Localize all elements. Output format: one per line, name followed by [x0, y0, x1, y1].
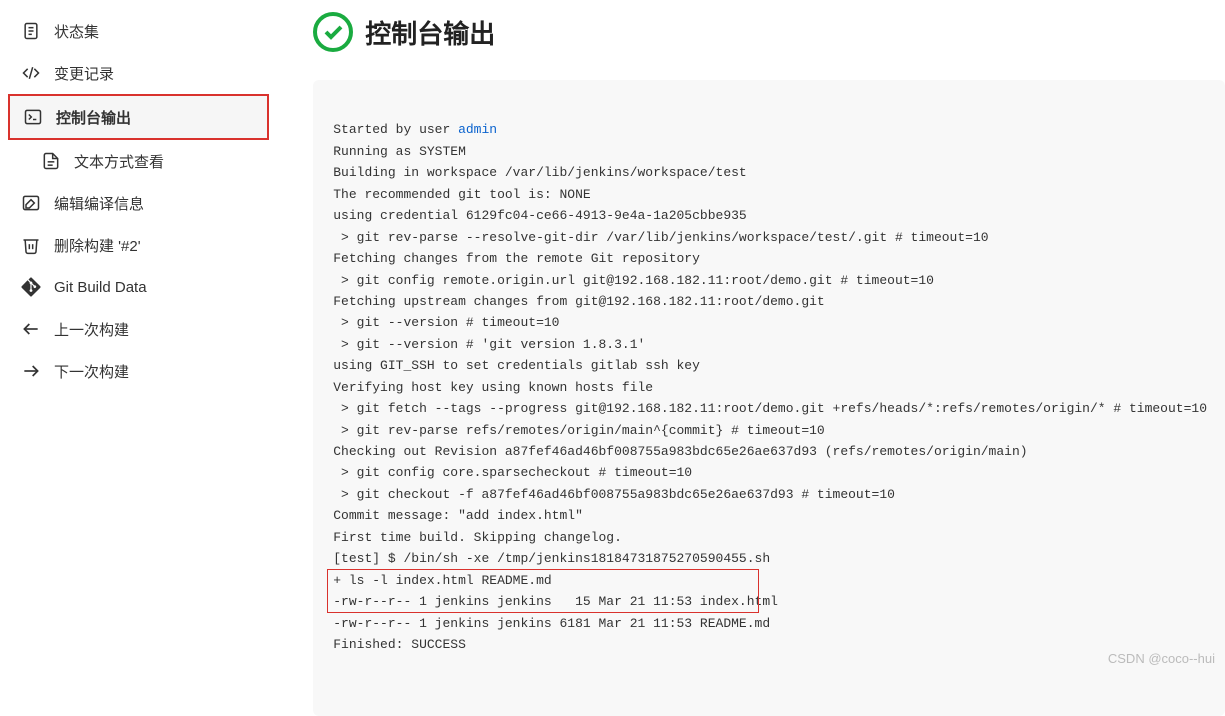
- console-line: Checking out Revision a87fef46ad46bf0087…: [333, 444, 1027, 459]
- console-line: [test] $ /bin/sh -xe /tmp/jenkins1818473…: [333, 551, 770, 566]
- console-line: > git rev-parse --resolve-git-dir /var/l…: [333, 230, 988, 245]
- trash-icon: [20, 234, 42, 256]
- console-output: Started by user admin Running as SYSTEM …: [313, 80, 1225, 716]
- terminal-icon: [22, 106, 44, 128]
- console-line: > git --version # 'git version 1.8.3.1': [333, 337, 645, 352]
- sidebar-item-edit[interactable]: 编辑编译信息: [8, 182, 269, 224]
- page-title: 控制台输出: [365, 14, 495, 51]
- sidebar-item-label: 变更记录: [54, 63, 114, 84]
- console-line: using credential 6129fc04-ce66-4913-9e4a…: [333, 208, 746, 223]
- console-line: > git rev-parse refs/remotes/origin/main…: [333, 423, 824, 438]
- console-line: Fetching changes from the remote Git rep…: [333, 251, 700, 266]
- console-line: > git config remote.origin.url git@192.1…: [333, 273, 934, 288]
- console-line: Running as SYSTEM: [333, 144, 466, 159]
- sidebar-item-label: 文本方式查看: [74, 151, 164, 172]
- success-icon: [313, 12, 353, 52]
- sidebar: 状态集 变更记录 控制台输出 文本方式查看 编辑编译信息 删除构建 '#2' G…: [0, 0, 277, 672]
- sidebar-item-git-data[interactable]: Git Build Data: [8, 266, 269, 308]
- main-content: 控制台输出 Started by user admin Running as S…: [277, 0, 1225, 672]
- sidebar-item-label: 删除构建 '#2': [54, 235, 141, 256]
- console-line: The recommended git tool is: NONE: [333, 187, 590, 202]
- console-line: using GIT_SSH to set credentials gitlab …: [333, 358, 700, 373]
- sidebar-item-changes[interactable]: 变更记录: [8, 52, 269, 94]
- sidebar-item-next-build[interactable]: 下一次构建: [8, 350, 269, 392]
- sidebar-item-delete[interactable]: 删除构建 '#2': [8, 224, 269, 266]
- console-line: > git checkout -f a87fef46ad46bf008755a9…: [333, 487, 895, 502]
- console-line: Verifying host key using known hosts fil…: [333, 380, 653, 395]
- git-icon: [20, 276, 42, 298]
- sidebar-item-status[interactable]: 状态集: [8, 10, 269, 52]
- watermark: CSDN @coco--hui: [1108, 651, 1215, 666]
- console-line: Fetching upstream changes from git@192.1…: [333, 294, 824, 309]
- document-icon: [20, 20, 42, 42]
- console-line: Started by user: [333, 122, 458, 137]
- arrow-left-icon: [20, 318, 42, 340]
- console-line: Commit message: "add index.html": [333, 508, 583, 523]
- console-line: > git fetch --tags --progress git@192.16…: [333, 401, 1207, 416]
- sidebar-item-label: 状态集: [54, 21, 99, 42]
- console-line: -rw-r--r-- 1 jenkins jenkins 15 Mar 21 1…: [333, 594, 778, 609]
- console-line: > git --version # timeout=10: [333, 315, 559, 330]
- sidebar-item-prev-build[interactable]: 上一次构建: [8, 308, 269, 350]
- sidebar-item-text-view[interactable]: 文本方式查看: [8, 140, 269, 182]
- edit-icon: [20, 192, 42, 214]
- file-text-icon: [40, 150, 62, 172]
- sidebar-item-console[interactable]: 控制台输出: [8, 94, 269, 140]
- console-line: -rw-r--r-- 1 jenkins jenkins 6181 Mar 21…: [333, 616, 770, 631]
- code-icon: [20, 62, 42, 84]
- arrow-right-icon: [20, 360, 42, 382]
- console-line: > git config core.sparsecheckout # timeo…: [333, 465, 692, 480]
- sidebar-item-label: 控制台输出: [56, 107, 131, 128]
- user-link[interactable]: admin: [458, 122, 497, 137]
- sidebar-item-label: 编辑编译信息: [54, 193, 144, 214]
- page-header: 控制台输出: [313, 12, 1225, 52]
- sidebar-item-label: 下一次构建: [54, 361, 129, 382]
- console-line: + ls -l index.html README.md: [333, 573, 551, 588]
- sidebar-item-label: 上一次构建: [54, 319, 129, 340]
- console-line: First time build. Skipping changelog.: [333, 530, 622, 545]
- console-line: Building in workspace /var/lib/jenkins/w…: [333, 165, 746, 180]
- console-line: Finished: SUCCESS: [333, 637, 466, 652]
- sidebar-item-label: Git Build Data: [54, 279, 147, 296]
